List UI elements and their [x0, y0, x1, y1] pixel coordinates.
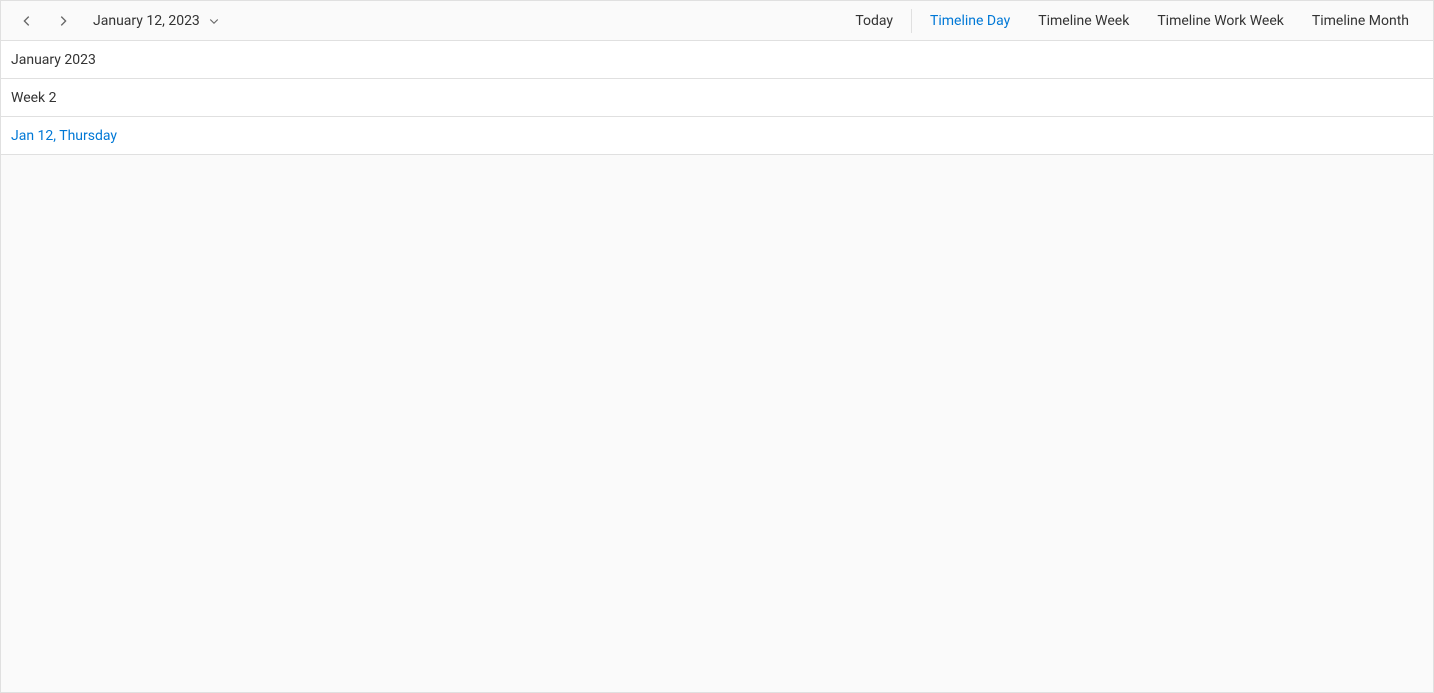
- next-button[interactable]: [47, 5, 79, 37]
- month-header-row: January 2023: [1, 41, 1433, 79]
- view-timeline-day-button[interactable]: Timeline Day: [916, 1, 1024, 41]
- date-range-picker[interactable]: January 12, 2023: [83, 5, 230, 37]
- date-range-label: January 12, 2023: [93, 13, 200, 29]
- today-button[interactable]: Today: [841, 1, 907, 41]
- month-header-label: January 2023: [11, 52, 96, 68]
- week-header-label: Week 2: [11, 90, 57, 106]
- scheduler: January 12, 2023 Today Timeline Day Time…: [0, 0, 1434, 693]
- view-timeline-work-week-button[interactable]: Timeline Work Week: [1143, 1, 1298, 41]
- day-header-row[interactable]: Jan 12, Thursday: [1, 117, 1433, 155]
- toolbar-separator: [911, 9, 912, 33]
- timeline-content-area[interactable]: [1, 155, 1433, 692]
- view-timeline-month-button[interactable]: Timeline Month: [1298, 1, 1423, 41]
- toolbar-right: Today Timeline Day Timeline Week Timelin…: [841, 1, 1423, 41]
- chevron-right-icon: [56, 14, 70, 28]
- chevron-down-icon: [208, 15, 220, 27]
- prev-button[interactable]: [11, 5, 43, 37]
- chevron-left-icon: [20, 14, 34, 28]
- view-timeline-week-button[interactable]: Timeline Week: [1024, 1, 1143, 41]
- toolbar-left: January 12, 2023: [11, 5, 230, 37]
- toolbar: January 12, 2023 Today Timeline Day Time…: [1, 1, 1433, 41]
- week-header-row: Week 2: [1, 79, 1433, 117]
- day-header-label: Jan 12, Thursday: [11, 128, 117, 144]
